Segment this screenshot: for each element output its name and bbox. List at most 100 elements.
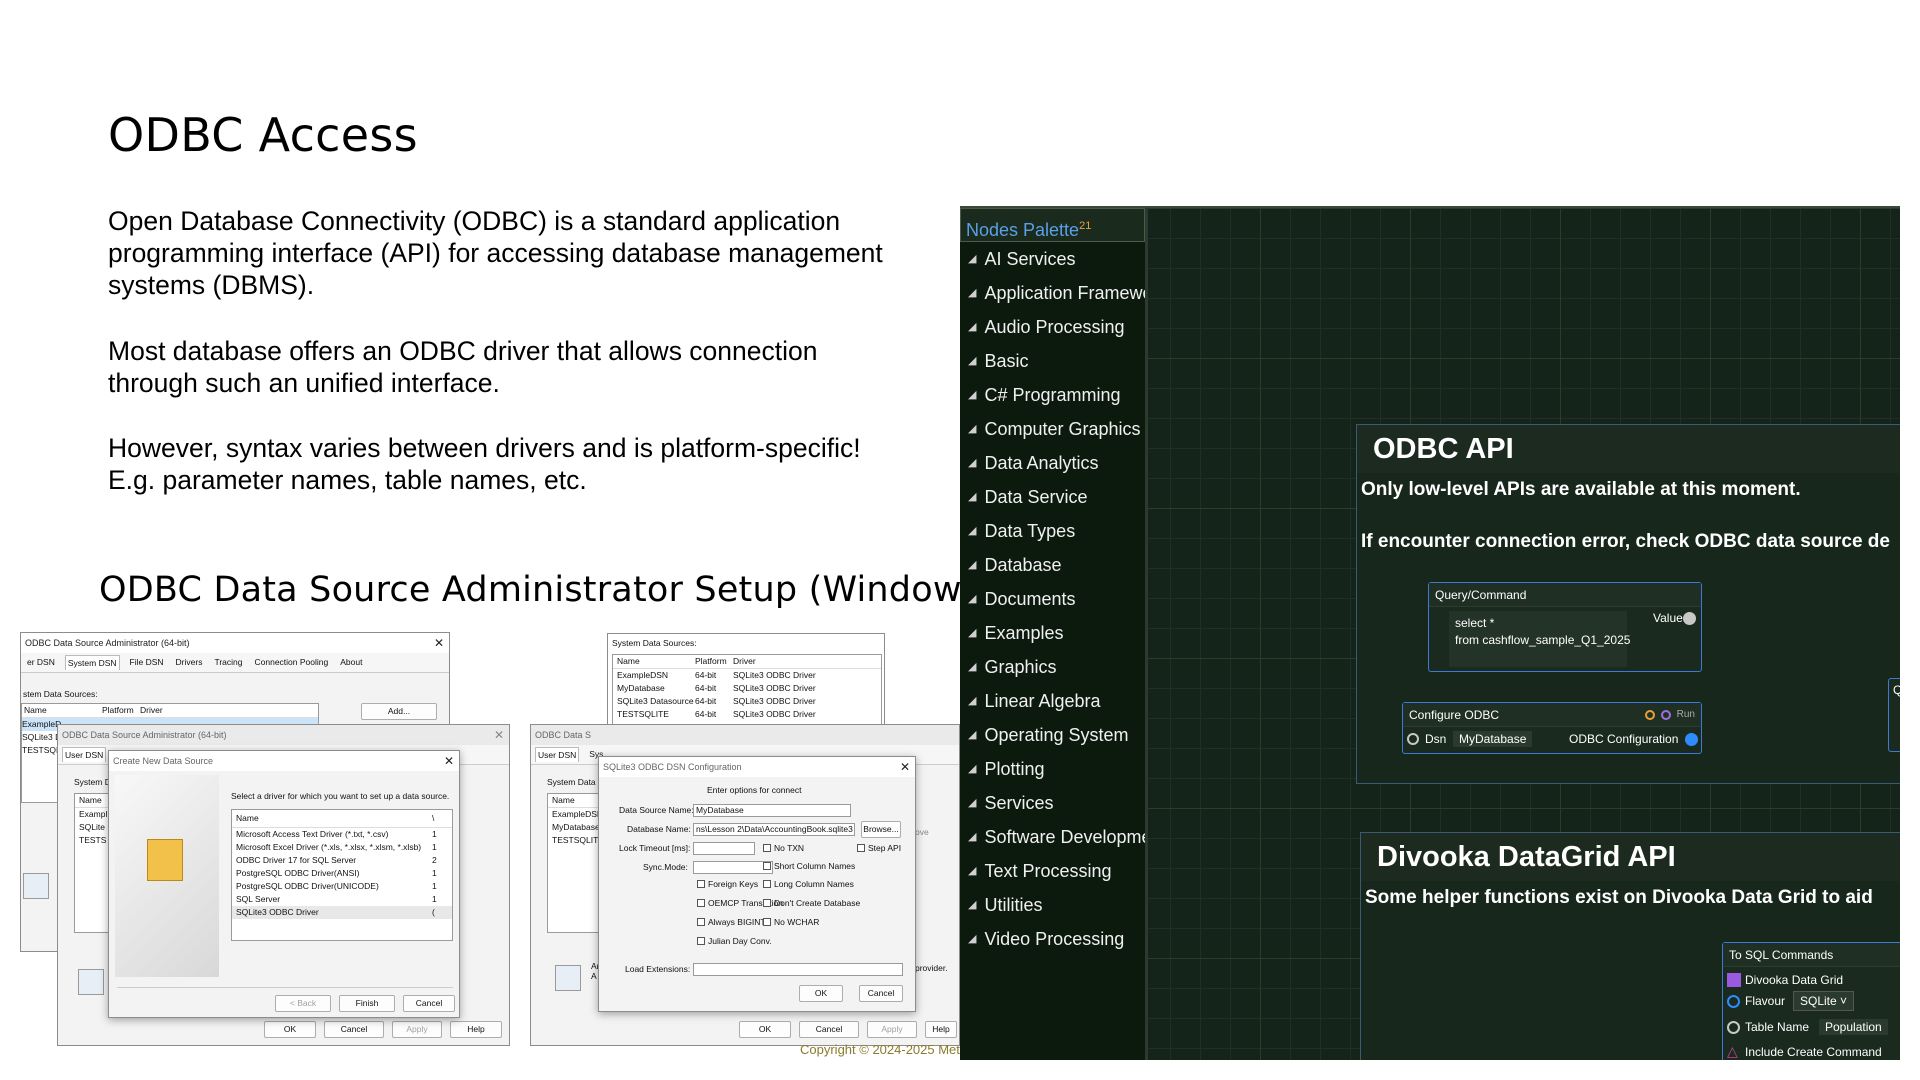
palette-category[interactable]: ◢ Examples <box>960 616 1145 650</box>
include-create-pin[interactable]: △ <box>1727 1043 1738 1060</box>
dsn-value-field[interactable]: MyDatabase <box>1453 731 1533 747</box>
query-command-node[interactable]: Query/Command select * from cashflow_sam… <box>1428 582 1702 672</box>
odbc-config-output-pin[interactable] <box>1685 733 1698 746</box>
lock-timeout-field[interactable] <box>693 842 755 855</box>
long-column-names-checkbox[interactable]: Long Column Names <box>763 879 854 889</box>
palette-category[interactable]: ◢ Operating System <box>960 718 1145 752</box>
palette-category[interactable]: ◢ Text Processing <box>960 854 1145 888</box>
load-extensions-field[interactable] <box>693 963 903 976</box>
ok-button[interactable]: OK <box>739 1021 791 1038</box>
palette-category[interactable]: ◢ Plotting <box>960 752 1145 786</box>
tab-connection-pooling[interactable]: Connection Pooling <box>253 655 331 670</box>
tab-file-dsn[interactable]: File DSN <box>128 655 166 670</box>
help-button[interactable]: Help <box>925 1021 957 1038</box>
tab-user-dsn[interactable]: User DSN <box>62 747 107 762</box>
database-name-field[interactable]: ns\Lesson 2\Data\AccountingBook.sqlite3 <box>693 823 855 836</box>
cancel-button[interactable]: Cancel <box>324 1021 384 1038</box>
admin-tabs: er DSN System DSN File DSN Drivers Traci… <box>21 653 449 673</box>
driver-list-item[interactable]: SQL Server 1 <box>232 893 452 906</box>
tab-system-dsn[interactable]: System DSN <box>64 655 120 670</box>
palette-category[interactable]: ◢ Data Analytics <box>960 446 1145 480</box>
driver-list[interactable]: Name \ Microsoft Access Text Driver (*.tx… <box>231 809 453 941</box>
table-row[interactable]: SQLite3 Datasource 64-bit SQLite3 ODBC Dri… <box>613 695 881 708</box>
driver-list-item[interactable]: PostgreSQL ODBC Driver(UNICODE) 1 <box>232 880 452 893</box>
cancel-button[interactable]: Cancel <box>403 995 455 1012</box>
palette-category[interactable]: ◢ Audio Processing <box>960 310 1145 344</box>
driver-list-item[interactable]: ODBC Driver 17 for SQL Server 2 <box>232 854 452 867</box>
driver-list-item[interactable]: Microsoft Excel Driver (*.xls, *.xlsx, *… <box>232 841 452 854</box>
tab-tracing[interactable]: Tracing <box>212 655 244 670</box>
step-api-checkbox[interactable]: Step API <box>857 843 901 853</box>
palette-category[interactable]: ◢ Application Framewo <box>960 276 1145 310</box>
no-wchar-checkbox[interactable]: No WCHAR <box>763 917 819 927</box>
sync-mode-label: Sync.Mode: <box>643 862 688 872</box>
finish-button[interactable]: Finish <box>339 995 395 1012</box>
col-version: \ <box>432 813 435 823</box>
apply-button[interactable]: Apply <box>392 1021 442 1038</box>
close-icon[interactable]: ✕ <box>429 636 449 650</box>
foreign-keys-checkbox[interactable]: Foreign Keys <box>697 879 758 889</box>
table-row[interactable]: MyDatabase 64-bit SQLite3 ODBC Driver <box>613 682 881 695</box>
palette-category[interactable]: ◢ Data Types <box>960 514 1145 548</box>
tab-user-dsn[interactable]: er DSN <box>25 655 57 670</box>
exec-out-pin[interactable] <box>1660 709 1671 720</box>
short-column-names-checkbox[interactable]: Short Column Names <box>763 861 855 871</box>
table-name-input-pin[interactable] <box>1727 1021 1740 1034</box>
include-create-label: Include Create Command <box>1745 1045 1882 1059</box>
palette-category[interactable]: ◢ Database <box>960 548 1145 582</box>
cell-platform: 64-bit <box>695 683 717 693</box>
palette-category[interactable]: ◢ Software Developme <box>960 820 1145 854</box>
flavour-select[interactable]: SQLite ˅ <box>1793 991 1855 1011</box>
flavour-input-pin[interactable] <box>1727 995 1740 1008</box>
palette-category[interactable]: ◢ Graphics <box>960 650 1145 684</box>
configure-odbc-node[interactable]: Configure ODBC Run Dsn MyDatabase ODBC C… <box>1402 702 1702 754</box>
help-button[interactable]: Help <box>450 1021 502 1038</box>
palette-category[interactable]: ◢ Services <box>960 786 1145 820</box>
node-title: Query/Command <box>1429 583 1701 607</box>
close-icon[interactable]: ✕ <box>439 754 459 768</box>
dont-create-database-checkbox[interactable]: Don't Create Database <box>763 898 860 908</box>
palette-category[interactable]: ◢ Utilities <box>960 888 1145 922</box>
query-text-field[interactable]: select * from cashflow_sample_Q1_2025 <box>1449 611 1630 667</box>
dsn-name-field[interactable]: MyDatabase <box>693 804 851 817</box>
close-icon[interactable]: ✕ <box>489 728 509 742</box>
dsn-input-pin[interactable] <box>1407 733 1419 745</box>
data-grid-input-pin[interactable] <box>1727 973 1741 987</box>
palette-category[interactable]: ◢ Video Processing <box>960 922 1145 956</box>
to-sql-commands-node[interactable]: To SQL Commands Divooka Data Grid Flavou… <box>1722 942 1900 1060</box>
table-name-field[interactable]: Population <box>1819 1019 1888 1035</box>
palette-category[interactable]: ◢ Basic <box>960 344 1145 378</box>
driver-list-item[interactable]: PostgreSQL ODBC Driver(ANSI) 1 <box>232 867 452 880</box>
back-button[interactable]: < Back <box>275 995 331 1012</box>
palette-category[interactable]: ◢ AI Services <box>960 242 1145 276</box>
tab-drivers[interactable]: Drivers <box>174 655 205 670</box>
palette-category[interactable]: ◢ Computer Graphics <box>960 412 1145 446</box>
sync-mode-select[interactable]: ⌄ <box>693 861 773 874</box>
palette-category[interactable]: ◢ Data Service <box>960 480 1145 514</box>
always-bigint-checkbox[interactable]: Always BIGINT <box>697 917 766 927</box>
cancel-button[interactable]: Cancel <box>799 1021 859 1038</box>
node-editor[interactable]: Nodes Palette21 ◢ AI Services ◢ Application… <box>960 206 1900 1060</box>
add-button[interactable]: Add... <box>361 703 437 720</box>
table-row[interactable]: TESTSQLITE 64-bit SQLite3 ODBC Driver <box>613 708 881 721</box>
browse-button[interactable]: Browse... <box>861 821 901 838</box>
tab-user-dsn[interactable]: User DSN <box>535 747 580 762</box>
cancel-button[interactable]: Cancel <box>859 985 903 1002</box>
no-txn-checkbox[interactable]: No TXN <box>763 843 804 853</box>
julian-day-checkbox[interactable]: Julian Day Conv. <box>697 936 772 946</box>
palette-category[interactable]: ◢ C# Programming <box>960 378 1145 412</box>
tab-about[interactable]: About <box>338 655 364 670</box>
palette-category[interactable]: ◢ Linear Algebra <box>960 684 1145 718</box>
ok-button[interactable]: OK <box>799 985 843 1002</box>
driver-list-item[interactable]: SQLite3 ODBC Driver ( <box>232 906 452 919</box>
value-output-pin[interactable] <box>1683 612 1696 625</box>
partial-node[interactable]: Q <box>1888 678 1900 752</box>
close-icon[interactable]: ✕ <box>895 760 915 774</box>
driver-list-item[interactable]: Microsoft Access Text Driver (*.txt, *.c… <box>232 828 452 841</box>
apply-button[interactable]: Apply <box>867 1021 917 1038</box>
exec-in-pin[interactable] <box>1644 709 1655 720</box>
ok-button[interactable]: OK <box>264 1021 316 1038</box>
palette-count: 21 <box>1079 220 1092 232</box>
palette-category[interactable]: ◢ Documents <box>960 582 1145 616</box>
table-row[interactable]: ExampleDSN 64-bit SQLite3 ODBC Driver <box>613 669 881 682</box>
